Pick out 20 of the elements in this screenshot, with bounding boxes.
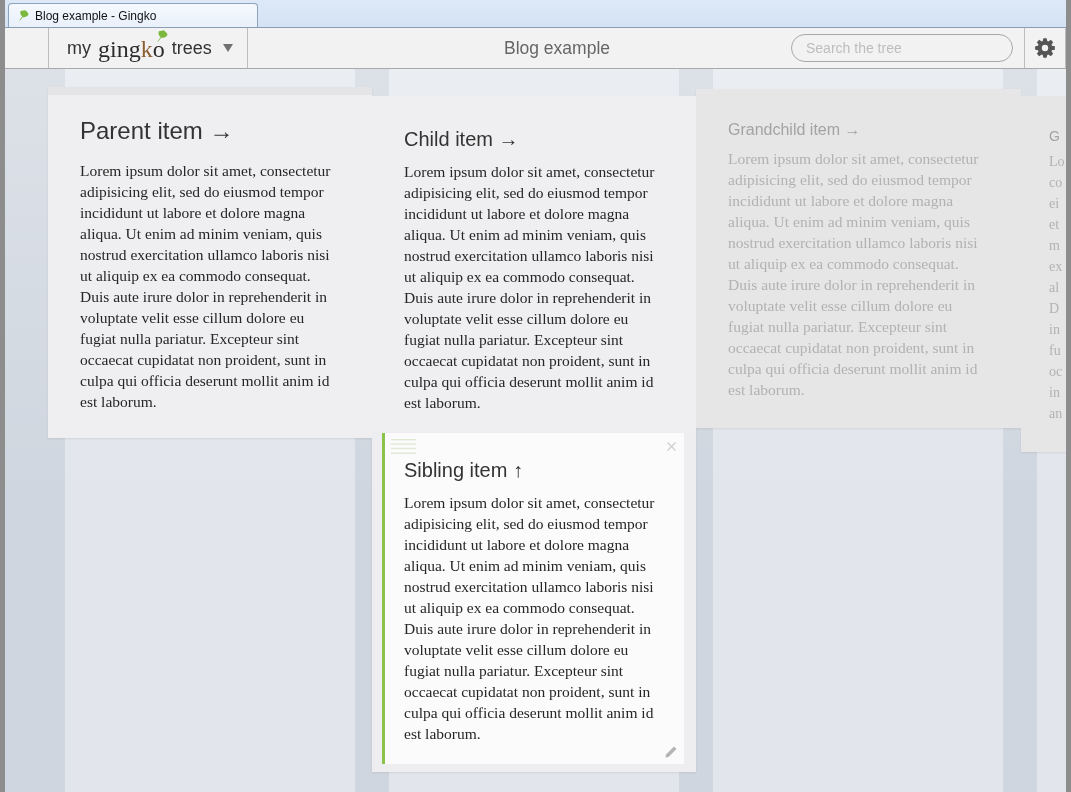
card-heading: G bbox=[1049, 127, 1061, 145]
drag-handle-icon[interactable] bbox=[391, 439, 416, 454]
card-text: Lorem ipsum dolor sit amet, consectetur adipisicing elit, sed do eiusmod tempor incididunt ut labore et dolore magna aliqua. Ut enim ad minim veniam, quis nostrud exercitation ullamco laboris nisi ut aliquip ex ea commodo consequat. Duis aute irure dolor in reprehenderit in voluptate velit esse cillum dolore eu fugiat nulla pariatur. Excepteur sint occaecat cupidatat non proident, sunt in culpa qui officia deserunt mollit anim id est laborum. bbox=[404, 493, 656, 744]
document-title: Blog example bbox=[503, 37, 610, 59]
leaf-icon bbox=[155, 30, 168, 42]
leaf-icon bbox=[18, 10, 29, 21]
note-card[interactable] bbox=[372, 96, 696, 432]
note-card[interactable] bbox=[382, 433, 684, 764]
settings-button[interactable] bbox=[1024, 28, 1066, 68]
settings-icon bbox=[1035, 38, 1055, 58]
card-text: Lorem ipsum dolor sit amet, consectetur adipisicing elit, sed do eiusmod tempor incididunt ut labore et dolore magna aliqua. Ut enim ad minim veniam, quis nostrud exercitation ullamco laboris nisi ut aliquip ex ea commodo consequat. Duis aute irure dolor in reprehenderit in voluptate velit esse cillum dolore eu fugiat nulla pariatur. Excepteur sint occaecat cupidatat non proident, sunt in culpa qui officia deserunt mollit anim id est laborum. bbox=[404, 162, 656, 413]
card-heading: Grandchild item → bbox=[728, 120, 862, 140]
tab-title: Blog example - Gingko bbox=[35, 8, 157, 23]
trees-menu-button[interactable]: my gingko trees bbox=[49, 28, 248, 68]
card-heading: Child item → bbox=[404, 127, 520, 151]
caret-icon bbox=[222, 44, 233, 52]
card-heading: Parent item → bbox=[80, 116, 235, 146]
card-heading: Sibling item ↑ bbox=[404, 458, 524, 482]
card-text: Lorem ipsum dolor sit amet, consectetur adipisicing elit, sed do eiusmod tempor incididunt ut labore et dolore magna aliqua. Ut enim ad minim veniam, quis nostrud exercitation ullamco laboris nisi ut aliquip ex ea commodo consequat. Duis aute irure dolor in reprehenderit in voluptate velit esse cillum dolore eu fugiat nulla pariatur. Excepteur sint occaecat cupidatat non proident, sunt in culpa qui officia deserunt mollit anim id est laborum. bbox=[80, 161, 332, 412]
browser-tab[interactable]: Blog example - Gingko bbox=[8, 3, 258, 27]
